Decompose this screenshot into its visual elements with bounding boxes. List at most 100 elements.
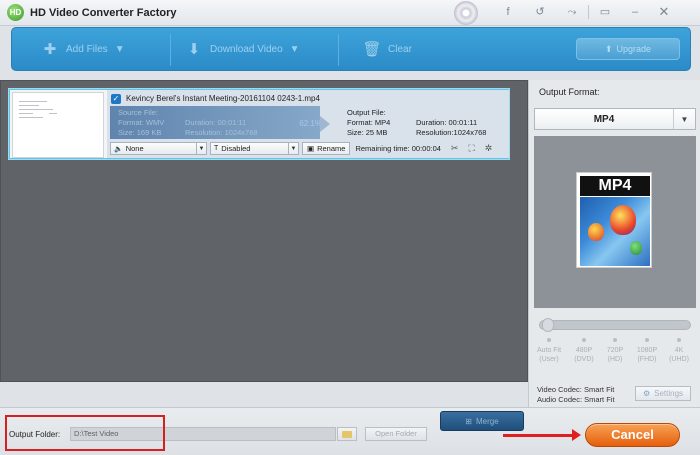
facebook-icon[interactable]: f — [498, 3, 518, 21]
minimize-icon[interactable]: – — [625, 3, 645, 21]
chevron-down-icon[interactable]: ▼ — [673, 109, 695, 129]
video-thumbnail — [12, 92, 104, 158]
source-size: Size: 169 KB — [118, 128, 162, 137]
source-duration: Duration: 00:01:11 — [185, 118, 247, 127]
gear-icon: ⚙ — [642, 389, 651, 398]
output-panel: Output Format: MP4 ▼ MP4 Auto Fit (User) … — [528, 80, 700, 407]
quality-top: 720P — [606, 347, 624, 354]
mp4-format-icon: MP4 — [576, 172, 652, 268]
highlight-arrow-icon — [503, 429, 581, 441]
add-file-icon: ✚ — [43, 41, 57, 58]
audio-codec-text: Audio Codec: Smart Fit — [537, 395, 615, 404]
file-list-area: ✓ Kevincy Berel's Instant Meeting-201611… — [0, 80, 528, 382]
quality-bottom: (DVD) — [574, 356, 594, 363]
file-details: ✓ Kevincy Berel's Instant Meeting-201611… — [107, 90, 509, 158]
source-resolution: Resolution: 1024x768 — [185, 128, 258, 137]
upgrade-label: Upgrade — [616, 44, 652, 54]
toolbar-divider — [170, 34, 171, 66]
quality-top: 1080P — [636, 347, 658, 354]
audio-track-select[interactable]: 🔈 None ▼ — [110, 142, 207, 155]
highlight-box — [5, 415, 165, 451]
titlebar-divider — [588, 5, 589, 19]
format-preview: MP4 — [534, 136, 696, 308]
output-format-label: Output Format: — [539, 87, 600, 97]
audio-track-value: None — [125, 144, 144, 153]
rename-button[interactable]: ▣ Rename — [302, 142, 351, 155]
subtitle-select[interactable]: T Disabled ▼ — [210, 142, 299, 155]
quality-selector: Auto Fit (User) 480P (DVD) 720P (HD) 1080P (… — [534, 313, 696, 379]
source-progress: Source File: Format: WMV Duration: 00:01… — [110, 106, 330, 139]
upgrade-button[interactable]: ⬆ Upgrade — [576, 38, 680, 60]
file-name: Kevincy Berel's Instant Meeting-20161104… — [126, 94, 320, 103]
download-video-label: Download Video — [210, 43, 283, 55]
quality-top: Auto Fit — [536, 347, 562, 354]
add-files-button[interactable]: ✚ Add Files ▼ — [40, 36, 125, 62]
speaker-icon: 🔈 — [114, 145, 123, 153]
clear-label: Clear — [388, 43, 412, 55]
output-duration: Duration: 00:01:11 — [416, 118, 478, 127]
scissors-icon[interactable]: ✂ — [451, 143, 459, 154]
download-icon: ⬇ — [187, 41, 201, 58]
quality-option-1080p[interactable]: 1080P (FHD) — [632, 346, 662, 364]
main-toolbar: ✚ Add Files ▼ ⬇ Download Video ▼ 🗑 Clear… — [11, 27, 691, 71]
video-codec-text: Video Codec: Smart Fit — [537, 385, 615, 394]
rename-icon: ▣ — [307, 144, 315, 153]
merge-button[interactable]: ⊞ Merge — [440, 411, 524, 431]
quality-option-auto[interactable]: Auto Fit (User) — [534, 346, 564, 364]
chevron-down-icon[interactable]: ▼ — [290, 44, 300, 55]
cancel-button[interactable]: Cancel — [585, 423, 680, 447]
browse-folder-button[interactable] — [337, 427, 357, 441]
settings-label: Settings — [654, 389, 684, 398]
file-checkbox[interactable]: ✓ — [111, 94, 121, 104]
output-header: Output File: — [347, 108, 386, 117]
redo-icon[interactable]: ⤳ — [562, 3, 582, 21]
clear-button[interactable]: 🗑 Clear — [362, 36, 412, 62]
output-size: Size: 25 MB — [347, 128, 388, 137]
disc-icon — [454, 1, 478, 25]
add-files-label: Add Files — [66, 43, 108, 55]
chevron-down-icon[interactable]: ▼ — [288, 143, 298, 154]
quality-bottom: (UHD) — [669, 356, 689, 363]
balloon-artwork — [580, 197, 650, 266]
app-logo-icon: HD — [7, 4, 24, 21]
file-controls: 🔈 None ▼ T Disabled ▼ ▣ Rename Remaining… — [110, 142, 492, 155]
quality-slider[interactable] — [539, 320, 691, 330]
quality-bottom: (HD) — [607, 356, 623, 363]
source-format: Format: WMV — [118, 118, 165, 127]
quality-option-480p[interactable]: 480P (DVD) — [569, 346, 599, 364]
chevron-down-icon[interactable]: ▼ — [115, 44, 125, 55]
quality-bottom: (User) — [539, 356, 559, 363]
quality-option-4k[interactable]: 4K (UHD) — [664, 346, 694, 364]
open-folder-button[interactable]: Open Folder — [365, 427, 427, 441]
toolbar-divider — [338, 34, 339, 66]
effects-icon[interactable]: ✲ — [485, 143, 493, 154]
convert-arrow-icon — [320, 116, 330, 132]
output-resolution: Resolution:1024x768 — [416, 128, 487, 137]
quality-slider-handle[interactable] — [542, 318, 554, 332]
quality-bottom: (FHD) — [637, 356, 657, 363]
rename-label: Rename — [317, 144, 346, 153]
title-bar: HD HD Video Converter Factory f ↺ ⤳ ▭ – … — [0, 0, 700, 26]
mp4-caption: MP4 — [580, 176, 650, 196]
download-video-button[interactable]: ⬇ Download Video ▼ — [184, 36, 300, 62]
quality-top: 480P — [575, 347, 593, 354]
quality-top: 4K — [674, 347, 684, 354]
close-icon[interactable]: ✕ — [654, 3, 674, 21]
upgrade-arrow-icon: ⬆ — [604, 43, 613, 54]
merge-label: Merge — [476, 416, 499, 426]
output-format-select[interactable]: MP4 ▼ — [534, 108, 696, 130]
chat-icon[interactable]: ▭ — [595, 3, 615, 21]
subtitle-icon: T — [214, 145, 219, 152]
crop-icon[interactable]: ⛶ — [468, 143, 474, 154]
folder-icon — [342, 430, 352, 438]
undo-icon[interactable]: ↺ — [530, 3, 550, 21]
file-item[interactable]: ✓ Kevincy Berel's Instant Meeting-201611… — [9, 89, 509, 159]
settings-button[interactable]: ⚙ Settings — [635, 386, 691, 401]
source-header: Source File: — [118, 108, 159, 117]
merge-icon: ⊞ — [465, 416, 472, 426]
quality-option-720p[interactable]: 720P (HD) — [600, 346, 630, 364]
chevron-down-icon[interactable]: ▼ — [196, 143, 206, 154]
progress-percent: 62.1% — [299, 119, 322, 128]
remaining-time: Remaining time: 00:00:04 — [355, 144, 441, 153]
app-title: HD Video Converter Factory — [30, 7, 177, 19]
